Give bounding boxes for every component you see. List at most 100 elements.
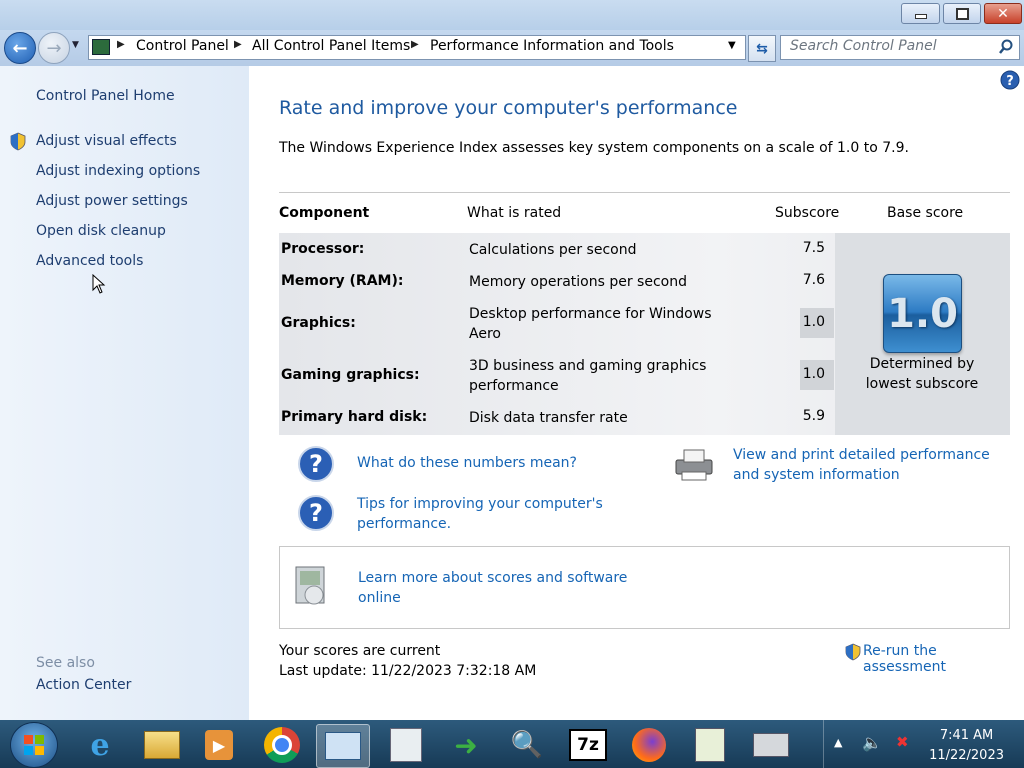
search-placeholder: Search Control Panel <box>790 38 937 54</box>
restore-icon <box>955 7 969 20</box>
table-row-description: Desktop performance for Windows Aero <box>469 306 712 342</box>
close-button[interactable]: ✕ <box>984 3 1022 24</box>
table-row-subscore: 1.0 <box>802 366 825 382</box>
taskbar-divider <box>823 720 824 768</box>
explorer-folder-icon[interactable] <box>140 724 184 766</box>
forward-button[interactable]: → <box>38 32 70 64</box>
history-dropdown-icon[interactable]: ▼ <box>72 40 79 50</box>
view-print-details-link[interactable]: View and print detailed performance and … <box>733 445 1013 485</box>
tips-improving-performance-link[interactable]: Tips for improving your computer's perfo… <box>357 494 627 534</box>
base-score-badge: 1.0 <box>883 274 962 353</box>
table-row-subscore: 7.5 <box>802 240 825 256</box>
mouse-cursor-icon <box>92 274 106 294</box>
main-content: ? Rate and improve your computer's perfo… <box>250 66 1024 720</box>
last-update-text: Last update: 11/22/2023 7:32:18 AM <box>279 663 537 679</box>
sidebar-item-adjust-visual-effects[interactable]: Adjust visual effects <box>36 133 177 149</box>
software-box-icon <box>295 566 325 605</box>
control-panel-icon[interactable] <box>316 724 370 768</box>
chrome-icon[interactable] <box>260 724 304 766</box>
divider <box>279 192 1010 193</box>
download-manager-icon[interactable]: ➜ <box>444 724 488 766</box>
refresh-button[interactable]: ⇆ <box>748 35 776 62</box>
minimize-icon <box>914 14 927 19</box>
breadcrumb-performance[interactable]: Performance Information and Tools <box>430 38 674 54</box>
refresh-icon: ⇆ <box>756 40 768 57</box>
breadcrumb-separator-icon: ▶ <box>117 39 125 50</box>
forward-arrow-icon: → <box>46 37 62 59</box>
control-panel-icon <box>92 39 110 55</box>
restore-button[interactable] <box>943 3 981 24</box>
sidebar-item-advanced-tools[interactable]: Advanced tools <box>36 253 143 269</box>
search-input[interactable]: Search Control Panel <box>780 35 1020 60</box>
firefox-icon[interactable] <box>627 724 671 766</box>
table-row-description: Calculations per second <box>469 242 637 258</box>
speaker-muted-icon[interactable]: 🔈 <box>862 733 882 752</box>
table-row-description: Memory operations per second <box>469 274 687 290</box>
internet-explorer-icon[interactable]: e <box>78 724 122 766</box>
table-row-label: Memory (RAM): <box>281 273 404 289</box>
show-hidden-icons-icon[interactable]: ▲ <box>834 736 842 749</box>
rerun-assessment-link[interactable]: Re-run the assessment <box>863 643 1024 675</box>
breadcrumb-all-items[interactable]: All Control Panel Items <box>252 38 410 54</box>
table-row-subscore: 5.9 <box>802 408 825 424</box>
table-row-label: Gaming graphics: <box>281 367 420 383</box>
back-button[interactable]: ← <box>4 32 36 64</box>
help-question-icon: ? <box>298 495 334 531</box>
sidebar-item-control-panel-home[interactable]: Control Panel Home <box>36 88 175 104</box>
base-score-caption: Determined by lowest subscore <box>865 356 979 392</box>
table-row-label: Graphics: <box>281 315 356 331</box>
address-bar[interactable]: ▶ Control Panel ▶ All Control Panel Item… <box>88 35 746 60</box>
table-row-subscore: 7.6 <box>802 272 825 288</box>
title-bar <box>0 0 1024 30</box>
sidebar-item-adjust-indexing-options[interactable]: Adjust indexing options <box>36 163 200 179</box>
scores-current-text: Your scores are current <box>279 643 441 659</box>
clock[interactable]: 7:41 AM 11/22/2023 <box>929 726 1004 766</box>
7zip-icon[interactable]: 7z <box>566 724 610 766</box>
header-base-score: Base score <box>887 205 964 221</box>
help-question-icon: ? <box>298 446 334 482</box>
task-manager-icon[interactable] <box>384 724 428 766</box>
start-button[interactable] <box>10 722 58 768</box>
search-icon[interactable] <box>998 39 1014 55</box>
sidebar-item-open-disk-cleanup[interactable]: Open disk cleanup <box>36 223 166 239</box>
header-subscore: Subscore <box>775 205 840 221</box>
svg-text:?: ? <box>1006 74 1014 89</box>
sidebar-item-adjust-power-settings[interactable]: Adjust power settings <box>36 193 188 209</box>
header-what-is-rated: What is rated <box>467 205 562 221</box>
back-arrow-icon: ← <box>12 37 28 59</box>
fax-scan-icon[interactable] <box>749 724 793 766</box>
intro-text: The Windows Experience Index assesses ke… <box>279 140 909 156</box>
close-icon: ✕ <box>997 5 1009 22</box>
clock-time: 7:41 AM <box>939 728 994 743</box>
svg-text:?: ? <box>309 450 323 478</box>
table-row-label: Processor: <box>281 241 365 257</box>
uac-shield-icon <box>845 643 861 661</box>
table-row-subscore: 1.0 <box>802 314 825 330</box>
breadcrumb-separator-icon: ▶ <box>411 39 419 50</box>
learn-more-link[interactable]: Learn more about scores and software onl… <box>358 568 628 608</box>
table-row-description: Disk data transfer rate <box>469 410 628 426</box>
svg-text:?: ? <box>309 499 323 527</box>
what-do-numbers-mean-link[interactable]: What do these numbers mean? <box>357 455 577 471</box>
printer-icon <box>675 449 713 481</box>
minimize-button[interactable] <box>901 3 940 24</box>
sidebar: Control Panel Home Adjust visual effects… <box>0 66 249 720</box>
media-player-icon[interactable]: ▶ <box>197 724 241 766</box>
windows-logo-icon <box>24 735 44 755</box>
notepad-icon[interactable] <box>688 724 732 766</box>
table-row-label: Primary hard disk: <box>281 409 428 425</box>
breadcrumb-separator-icon: ▶ <box>234 39 242 50</box>
uac-shield-icon <box>10 132 26 151</box>
sidebar-item-action-center[interactable]: Action Center <box>36 677 131 693</box>
see-also-heading: See also <box>36 655 95 671</box>
table-row-description: 3D business and gaming graphics performa… <box>469 358 707 394</box>
search-icon[interactable]: 🔍 <box>505 724 549 766</box>
network-disconnected-icon[interactable]: ✖ <box>896 733 909 751</box>
clock-date: 11/22/2023 <box>929 748 1004 763</box>
help-icon[interactable]: ? <box>1000 70 1020 90</box>
header-component: Component <box>279 205 370 221</box>
breadcrumb-control-panel[interactable]: Control Panel <box>136 38 229 54</box>
address-dropdown-icon[interactable]: ▼ <box>728 40 736 51</box>
base-score-value: 1.0 <box>887 290 958 337</box>
page-title: Rate and improve your computer's perform… <box>279 97 738 119</box>
